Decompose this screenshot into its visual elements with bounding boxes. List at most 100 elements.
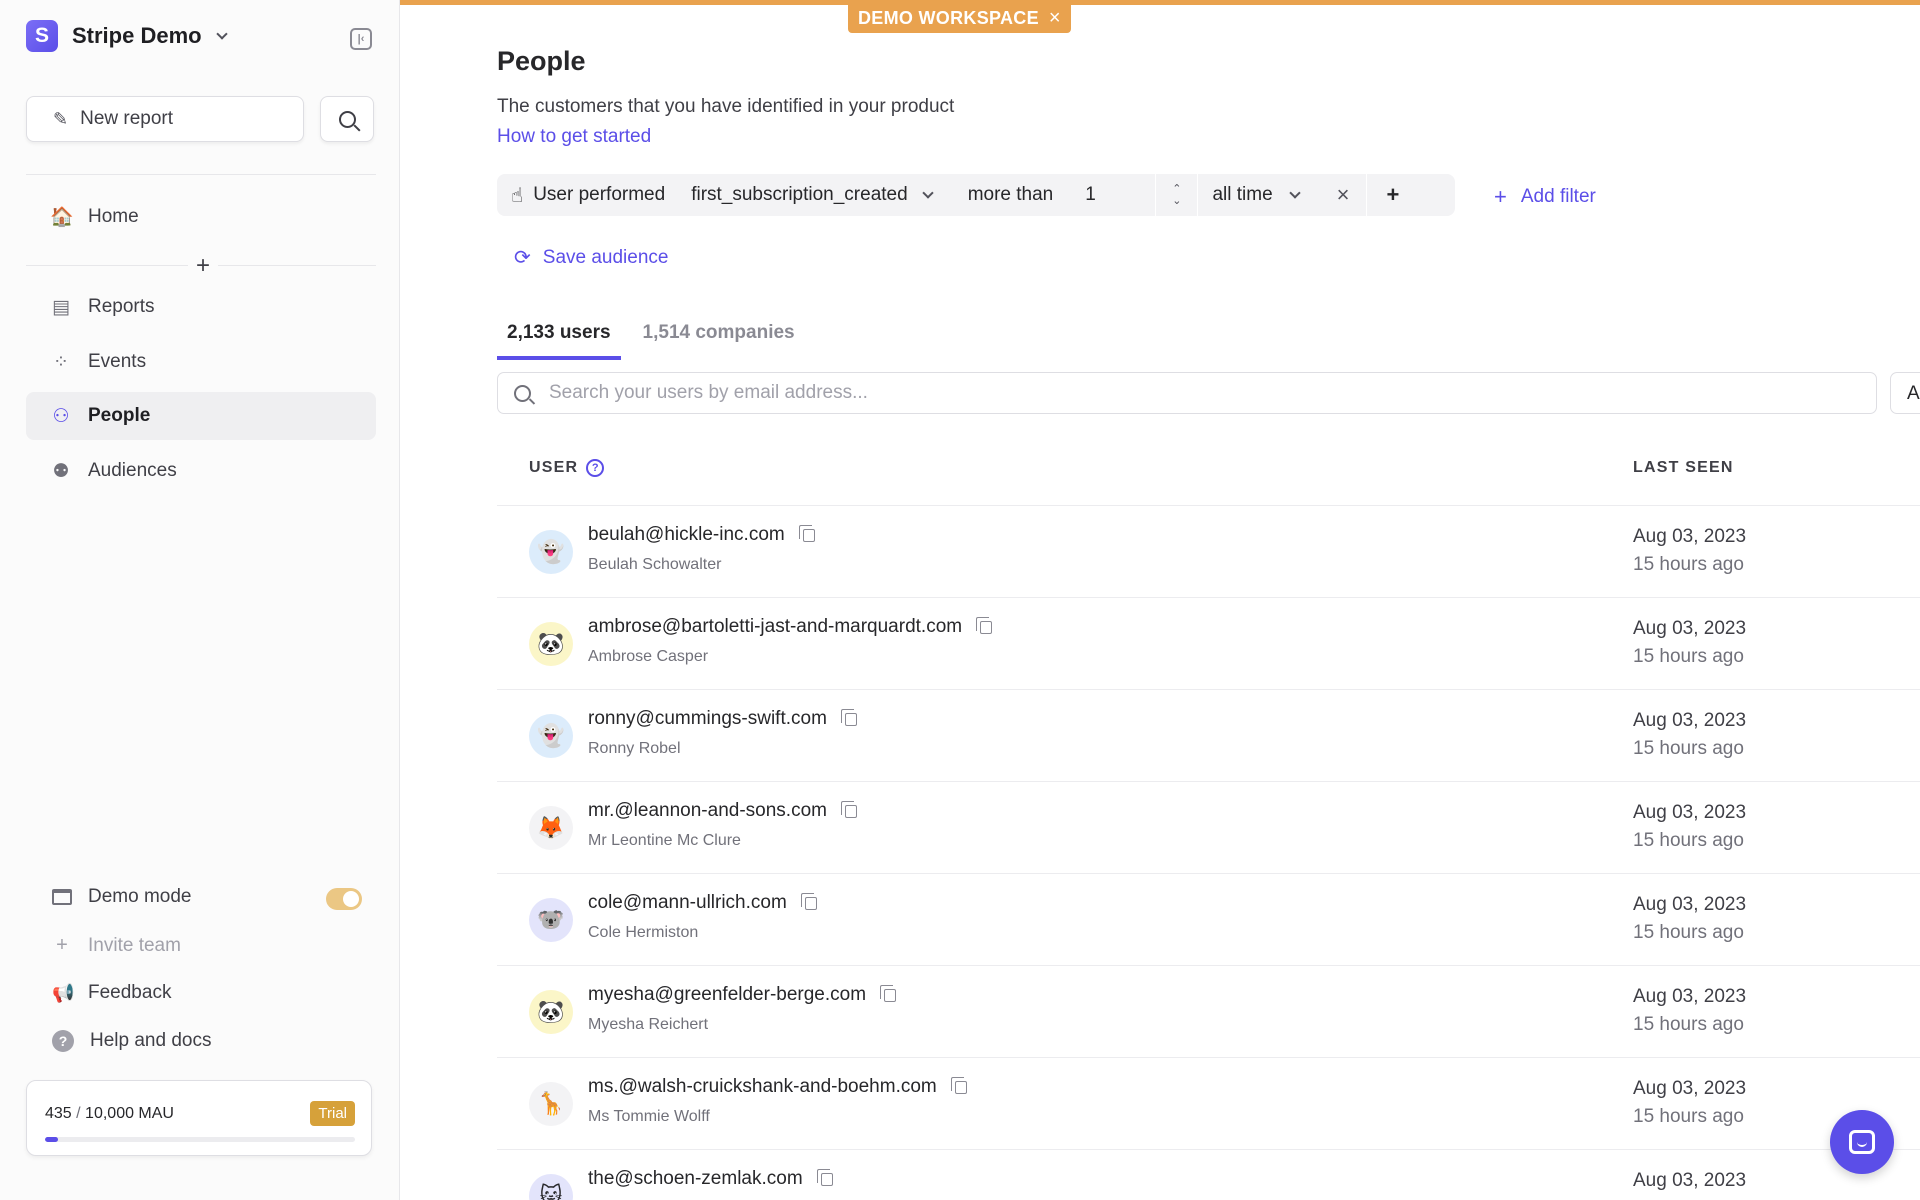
chevron-down-icon xyxy=(1288,187,1301,199)
filter-event-select[interactable]: first_subscription_created xyxy=(691,174,934,216)
remove-filter-icon[interactable]: × xyxy=(1337,182,1350,208)
save-audience-button[interactable]: ⟳ Save audience xyxy=(514,245,668,270)
sidebar-item-people[interactable]: ⚇ People xyxy=(26,392,376,440)
add-section-icon[interactable]: + xyxy=(188,252,219,280)
filter-range-select[interactable]: all time xyxy=(1212,174,1301,216)
demo-mode-item: Demo mode xyxy=(52,886,192,908)
filter-operator-label: more than xyxy=(967,184,1054,205)
user-email[interactable]: the@schoen-zemlak.com xyxy=(588,1168,833,1190)
user-email-text: ronny@cummings-swift.com xyxy=(588,708,827,729)
new-report-button[interactable]: ✎ New report xyxy=(26,96,304,142)
help-docs-item[interactable]: ? Help and docs xyxy=(52,1030,211,1052)
copy-icon[interactable] xyxy=(880,984,897,1002)
demo-workspace-strip xyxy=(400,0,1920,5)
feedback-item[interactable]: 📢 Feedback xyxy=(52,982,171,1004)
add-filter-button[interactable]: + Add filter xyxy=(1494,184,1596,210)
sidebar-item-reports[interactable]: ▤ Reports xyxy=(26,283,376,331)
user-name: Beulah Schowalter xyxy=(588,556,722,573)
count-stepper[interactable]: ⌃ ⌄ xyxy=(1172,183,1181,207)
last-seen-date: Aug 03, 2023 xyxy=(1633,986,1747,1007)
mau-usage-card[interactable]: 435 / 10,000 MAU Trial xyxy=(26,1080,372,1156)
avatar: 🦊 xyxy=(529,806,573,850)
user-email-text: mr.@leannon-and-sons.com xyxy=(588,800,827,821)
table-row[interactable]: 🦒 ms.@walsh-cruickshank-and-boehm.com Ms… xyxy=(497,1058,1920,1150)
filter-operator[interactable]: more than xyxy=(968,174,1054,216)
user-email[interactable]: cole@mann-ullrich.com xyxy=(588,892,817,914)
demo-workspace-label: DEMO WORKSPACE xyxy=(858,7,1039,28)
demo-mode-label: Demo mode xyxy=(88,886,192,907)
plus-icon: + xyxy=(56,934,68,956)
chat-support-button[interactable] xyxy=(1830,1110,1894,1174)
avatar: 🐼 xyxy=(529,990,573,1034)
copy-icon[interactable] xyxy=(840,800,857,818)
avatar-emoji: 🐨 xyxy=(537,907,565,932)
avatar-emoji: 🐼 xyxy=(537,631,565,656)
close-icon[interactable]: × xyxy=(1049,7,1061,30)
sidebar-item-label: People xyxy=(88,405,151,426)
sidebar-item-audiences[interactable]: ⚉ Audiences xyxy=(26,447,376,495)
divider xyxy=(26,174,376,175)
table-row[interactable]: 👻 beulah@hickle-inc.com Beulah Schowalte… xyxy=(497,506,1920,598)
add-condition-icon[interactable]: + xyxy=(1387,182,1400,208)
user-email-text: ms.@walsh-cruickshank-and-boehm.com xyxy=(588,1076,937,1097)
copy-icon[interactable] xyxy=(800,892,817,910)
user-email[interactable]: myesha@greenfelder-berge.com xyxy=(588,984,897,1006)
user-email[interactable]: ambrose@bartoletti-jast-and-marquardt.co… xyxy=(588,616,993,638)
collapse-sidebar-icon[interactable]: |‹ xyxy=(350,28,372,50)
add-filter-label: Add filter xyxy=(1520,186,1596,207)
user-search-field[interactable] xyxy=(497,372,1877,414)
workspace-switcher[interactable]: S Stripe Demo xyxy=(26,20,228,52)
divider xyxy=(1197,174,1199,216)
copy-icon[interactable] xyxy=(816,1168,833,1186)
filter-condition-label: User performed xyxy=(533,184,666,205)
table-row[interactable]: 🐱 the@schoen-zemlak.com Aug 03, 2023 xyxy=(497,1150,1920,1200)
avatar: 🐼 xyxy=(529,622,573,666)
last-seen-date: Aug 03, 2023 xyxy=(1633,618,1747,639)
avatar-emoji: 🦒 xyxy=(537,1091,565,1116)
tab-users[interactable]: 2,133 users xyxy=(497,318,621,360)
last-seen-relative: 15 hours ago xyxy=(1633,554,1744,575)
column-header-last-seen[interactable]: LAST SEEN xyxy=(1633,459,1734,477)
filter-condition[interactable]: ☝ User performed xyxy=(497,174,665,216)
column-header-user[interactable]: USER ? xyxy=(529,459,605,477)
invite-team-item[interactable]: + Invite team xyxy=(52,934,181,957)
copy-icon[interactable] xyxy=(976,616,993,634)
demo-mode-toggle[interactable] xyxy=(326,888,362,910)
avatar: 🐱 xyxy=(529,1174,573,1200)
question-circle-icon[interactable]: ? xyxy=(586,459,605,477)
pointer-click-icon: ☝ xyxy=(511,184,524,207)
avatar: 👻 xyxy=(529,530,573,574)
presentation-chart-icon: ▤ xyxy=(52,296,70,318)
user-search-input[interactable] xyxy=(549,382,1749,404)
user-email[interactable]: ms.@walsh-cruickshank-and-boehm.com xyxy=(588,1076,967,1098)
avatar-emoji: 🐼 xyxy=(537,999,565,1024)
user-email[interactable]: mr.@leannon-and-sons.com xyxy=(588,800,857,822)
sidebar-search-button[interactable] xyxy=(320,96,374,142)
user-email[interactable]: ronny@cummings-swift.com xyxy=(588,708,857,730)
tab-companies[interactable]: 1,514 companies xyxy=(633,318,805,360)
user-name: Mr Leontine Mc Clure xyxy=(588,832,741,849)
table-row[interactable]: 👻 ronny@cummings-swift.com Ronny Robel A… xyxy=(497,690,1920,782)
sidebar-item-home[interactable]: 🏠 Home xyxy=(26,193,376,241)
table-row[interactable]: 🐨 cole@mann-ullrich.com Cole Hermiston A… xyxy=(497,874,1920,966)
copy-icon[interactable] xyxy=(798,524,815,542)
filter-bar: ☝ User performed first_subscription_crea… xyxy=(497,174,1455,216)
user-email[interactable]: beulah@hickle-inc.com xyxy=(588,524,815,546)
copy-icon[interactable] xyxy=(950,1076,967,1094)
table-row[interactable]: 🐼 ambrose@bartoletti-jast-and-marquardt.… xyxy=(497,598,1920,690)
filter-count-value: 1 xyxy=(1085,184,1096,205)
sidebar-item-events[interactable]: ⁘ Events xyxy=(26,338,376,386)
toolbar-button-partial[interactable]: A xyxy=(1890,372,1920,414)
last-seen-date: Aug 03, 2023 xyxy=(1633,526,1747,547)
how-to-get-started-link[interactable]: How to get started xyxy=(497,126,651,148)
filter-count-input[interactable]: 1 xyxy=(1085,174,1155,216)
window-icon xyxy=(52,889,72,905)
copy-icon[interactable] xyxy=(840,708,857,726)
user-email-text: myesha@greenfelder-berge.com xyxy=(588,984,867,1005)
avatar-emoji: 🦊 xyxy=(537,815,565,840)
cursor-click-icon: ⁘ xyxy=(53,351,69,373)
chevron-down-icon xyxy=(922,187,934,199)
table-row[interactable]: 🐼 myesha@greenfelder-berge.com Myesha Re… xyxy=(497,966,1920,1058)
table-row[interactable]: 🦊 mr.@leannon-and-sons.com Mr Leontine M… xyxy=(497,782,1920,874)
sidebar-item-label: Home xyxy=(88,206,139,227)
